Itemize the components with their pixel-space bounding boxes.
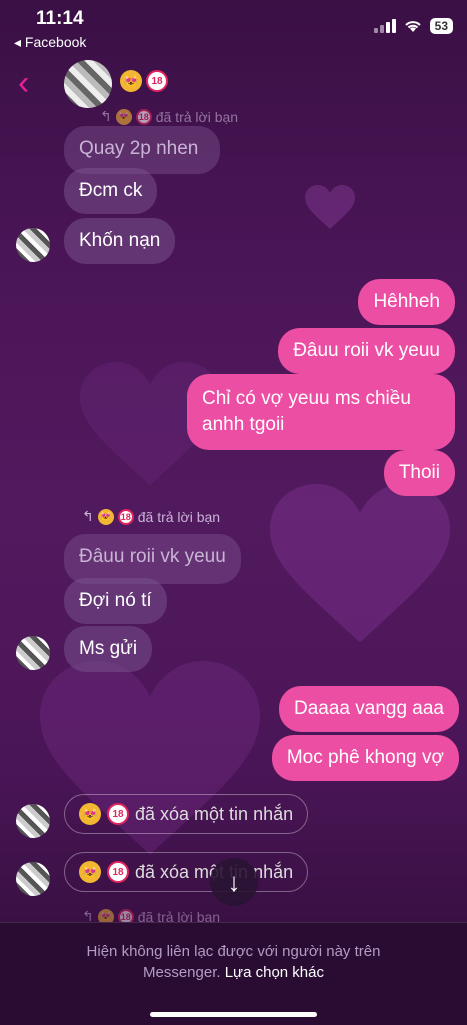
outgoing-message[interactable]: Đâuu roii vk yeuu xyxy=(278,328,455,374)
status-bar: 11:14 ◂ Facebook 53 xyxy=(0,0,467,56)
no-under-18-emoji: 18 xyxy=(135,108,152,125)
reply-arrow-icon: ↰ xyxy=(100,108,112,124)
reply-note: ↰ 😻 18 đã trả lời bạn xyxy=(82,508,221,525)
system-icons: 53 xyxy=(373,18,453,34)
quoted-message[interactable]: Quay 2p nhen xyxy=(64,126,221,174)
heart-eyes-cat-emoji: 😻 xyxy=(97,508,114,525)
arrow-down-icon: ↓ xyxy=(227,866,241,897)
other-options-link[interactable]: Lựa chọn khác xyxy=(225,964,324,981)
contact-avatar-small[interactable] xyxy=(16,636,50,670)
incoming-message[interactable]: Đcm ck xyxy=(64,168,158,214)
no-under-18-emoji: 18 xyxy=(107,861,129,883)
no-under-18-emoji: 18 xyxy=(117,508,134,525)
incoming-message[interactable]: Khốn nạn xyxy=(64,218,176,264)
heart-eyes-cat-emoji: 😻 xyxy=(79,803,101,825)
contact-name-emojis[interactable]: 😻 18 xyxy=(120,70,168,92)
back-to-facebook-link[interactable]: ◂ Facebook xyxy=(14,34,86,51)
deleted-message[interactable]: 😻 18 đã xóa một tin nhắn xyxy=(64,852,309,892)
no-under-18-emoji: 18 xyxy=(146,70,168,92)
outgoing-message[interactable]: Daaaa vangg aaa xyxy=(278,686,459,732)
contact-avatar-small[interactable] xyxy=(16,228,50,262)
incoming-message[interactable]: Ms gửi xyxy=(64,626,153,672)
heart-decoration xyxy=(270,484,450,643)
battery-indicator: 53 xyxy=(429,18,453,34)
reply-note: ↰ 😻 18 đã trả lời bạn xyxy=(100,108,239,125)
contact-avatar-small[interactable] xyxy=(16,804,50,838)
heart-eyes-cat-emoji: 😻 xyxy=(115,108,132,125)
heart-eyes-cat-emoji: 😻 xyxy=(120,70,142,92)
home-indicator xyxy=(150,1012,317,1017)
signal-icon xyxy=(373,19,396,33)
contact-avatar-small[interactable] xyxy=(16,862,50,896)
scroll-to-bottom-button[interactable]: ↓ xyxy=(210,858,258,906)
chat-header: ‹ 😻 18 xyxy=(0,56,467,112)
outgoing-message[interactable]: Hêhheh xyxy=(358,279,455,325)
outgoing-message[interactable]: Chỉ có vợ yeuu ms chiều anhh tgoii xyxy=(187,374,455,450)
no-under-18-emoji: 18 xyxy=(107,803,129,825)
unavailable-notice: Hiện không liên lạc được với người này t… xyxy=(86,943,381,981)
unavailable-footer: Hiện không liên lạc được với người này t… xyxy=(0,922,467,1025)
back-button[interactable]: ‹ xyxy=(18,66,29,100)
wifi-icon xyxy=(404,21,421,32)
incoming-message[interactable]: Đợi nó tí xyxy=(64,578,167,624)
reply-arrow-icon: ↰ xyxy=(82,508,94,524)
quoted-message[interactable]: Đâuu roii vk yeuu xyxy=(64,534,241,584)
heart-decoration xyxy=(305,185,355,229)
clock: 11:14 xyxy=(36,8,84,29)
contact-avatar[interactable] xyxy=(64,60,112,108)
deleted-message[interactable]: 😻 18 đã xóa một tin nhắn xyxy=(64,794,309,834)
outgoing-message[interactable]: Moc phê khong vợ xyxy=(271,735,459,781)
outgoing-message[interactable]: Thoii xyxy=(383,450,455,496)
heart-eyes-cat-emoji: 😻 xyxy=(79,861,101,883)
